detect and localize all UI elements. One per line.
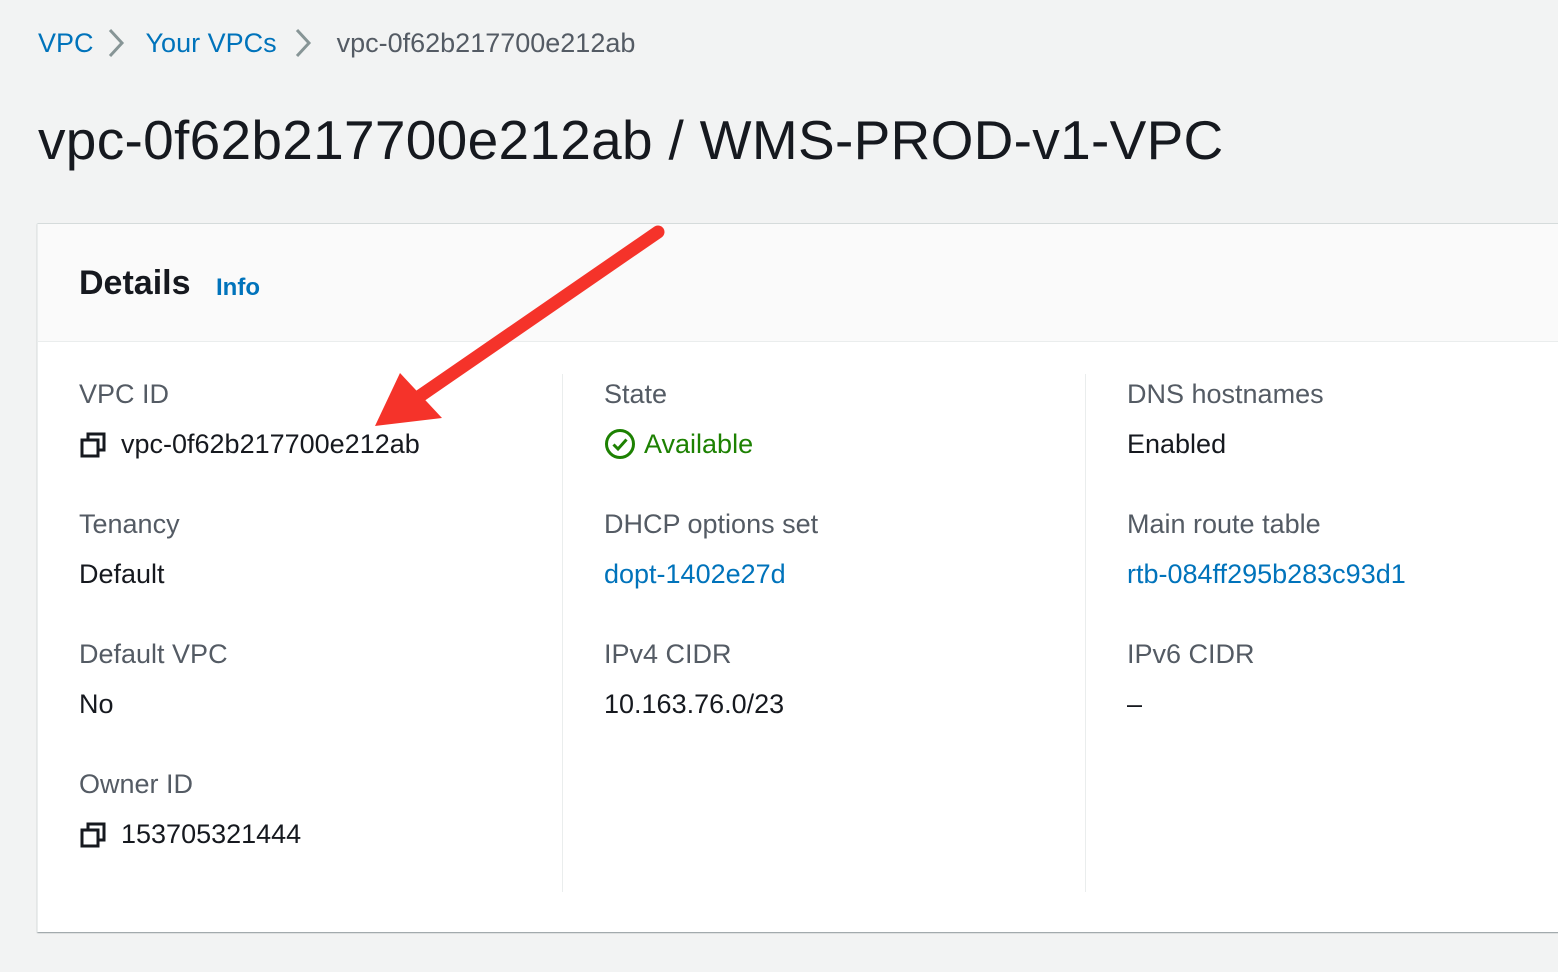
info-link[interactable]: Info xyxy=(216,274,260,302)
state-value: Available xyxy=(644,429,754,459)
ipv6-cidr-field: IPv6 CIDR – xyxy=(1127,634,1255,724)
breadcrumb: VPC Your VPCs vpc-0f62b217700e212ab xyxy=(38,22,635,64)
owner-id-label: Owner ID xyxy=(79,769,194,799)
details-column-1: VPC ID vpc-0f62b217700e212ab Tenancy Def… xyxy=(79,374,559,892)
tenancy-field: Tenancy Default xyxy=(79,504,180,594)
owner-id-value-row: 153705321444 xyxy=(79,814,301,854)
details-columns: VPC ID vpc-0f62b217700e212ab Tenancy Def… xyxy=(38,374,1558,892)
tenancy-value: Default xyxy=(79,559,165,589)
owner-id-value: 153705321444 xyxy=(121,819,302,849)
copy-icon[interactable] xyxy=(79,430,107,458)
vpc-id-value-row: vpc-0f62b217700e212ab xyxy=(79,424,420,464)
page-title: vpc-0f62b217700e212ab / WMS-PROD-v1-VPC xyxy=(38,109,1224,171)
breadcrumb-current: vpc-0f62b217700e212ab xyxy=(336,27,636,58)
state-value-row: Available xyxy=(604,424,753,464)
ipv6-cidr-label: IPv6 CIDR xyxy=(1127,639,1255,669)
dhcp-options-field: DHCP options set dopt-1402e27d xyxy=(604,504,818,594)
owner-id-field: Owner ID 153705321444 xyxy=(79,764,301,854)
dhcp-options-link[interactable]: dopt-1402e27d xyxy=(604,554,818,594)
details-panel-header: Details Info xyxy=(38,224,1558,342)
dns-hostnames-field: DNS hostnames Enabled xyxy=(1127,374,1324,464)
ipv4-cidr-label: IPv4 CIDR xyxy=(604,639,732,669)
default-vpc-value: No xyxy=(79,689,114,719)
main-route-table-label: Main route table xyxy=(1127,509,1321,539)
dhcp-options-label: DHCP options set xyxy=(604,509,819,539)
state-field: State Available xyxy=(604,374,753,464)
main-route-table-link[interactable]: rtb-084ff295b283c93d1 xyxy=(1127,554,1406,594)
chevron-right-icon xyxy=(94,22,138,64)
dns-hostnames-value: Enabled xyxy=(1127,429,1227,459)
details-column-3: DNS hostnames Enabled Main route table r… xyxy=(1085,374,1558,892)
ipv4-cidr-value: 10.163.76.0/23 xyxy=(604,689,785,719)
vpc-id-value: vpc-0f62b217700e212ab xyxy=(121,429,420,459)
vpc-id-label: VPC ID xyxy=(79,379,170,409)
main-route-table-field: Main route table rtb-084ff295b283c93d1 xyxy=(1127,504,1406,594)
copy-icon[interactable] xyxy=(79,820,107,848)
breadcrumb-vpc-link[interactable]: VPC xyxy=(38,28,94,59)
details-panel: Details Info VPC ID vpc-0f62b217700e212a… xyxy=(37,223,1558,932)
ipv4-cidr-field: IPv4 CIDR 10.163.76.0/23 xyxy=(604,634,784,724)
breadcrumb-your-vpcs-link[interactable]: Your VPCs xyxy=(146,28,277,59)
ipv6-cidr-value: – xyxy=(1127,689,1143,719)
tenancy-label: Tenancy xyxy=(79,509,180,539)
chevron-right-icon xyxy=(277,22,321,64)
dns-hostnames-label: DNS hostnames xyxy=(1127,379,1324,409)
details-title: Details xyxy=(79,264,191,302)
state-label: State xyxy=(604,379,668,409)
status-check-icon xyxy=(604,428,636,460)
vpc-id-field: VPC ID vpc-0f62b217700e212ab xyxy=(79,374,420,464)
default-vpc-label: Default VPC xyxy=(79,639,228,669)
default-vpc-field: Default VPC No xyxy=(79,634,228,724)
details-column-2: State Available DHCP options set dopt-14… xyxy=(562,374,1083,892)
